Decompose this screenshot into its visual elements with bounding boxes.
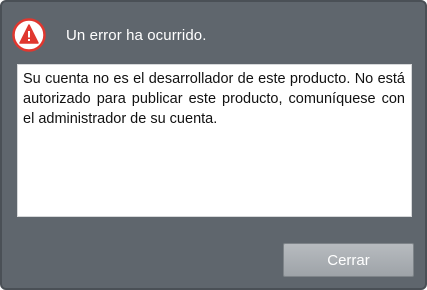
error-message: Su cuenta no es el desarrollador de este…: [23, 71, 405, 127]
dialog-header: Un error ha ocurrido.: [12, 18, 207, 52]
dialog-title: Un error ha ocurrido.: [66, 26, 207, 44]
close-button[interactable]: Cerrar: [283, 243, 414, 277]
error-dialog: Un error ha ocurrido. Su cuenta no es el…: [0, 0, 427, 290]
warning-triangle-icon: [12, 18, 46, 52]
message-box: Su cuenta no es el desarrollador de este…: [17, 64, 412, 217]
